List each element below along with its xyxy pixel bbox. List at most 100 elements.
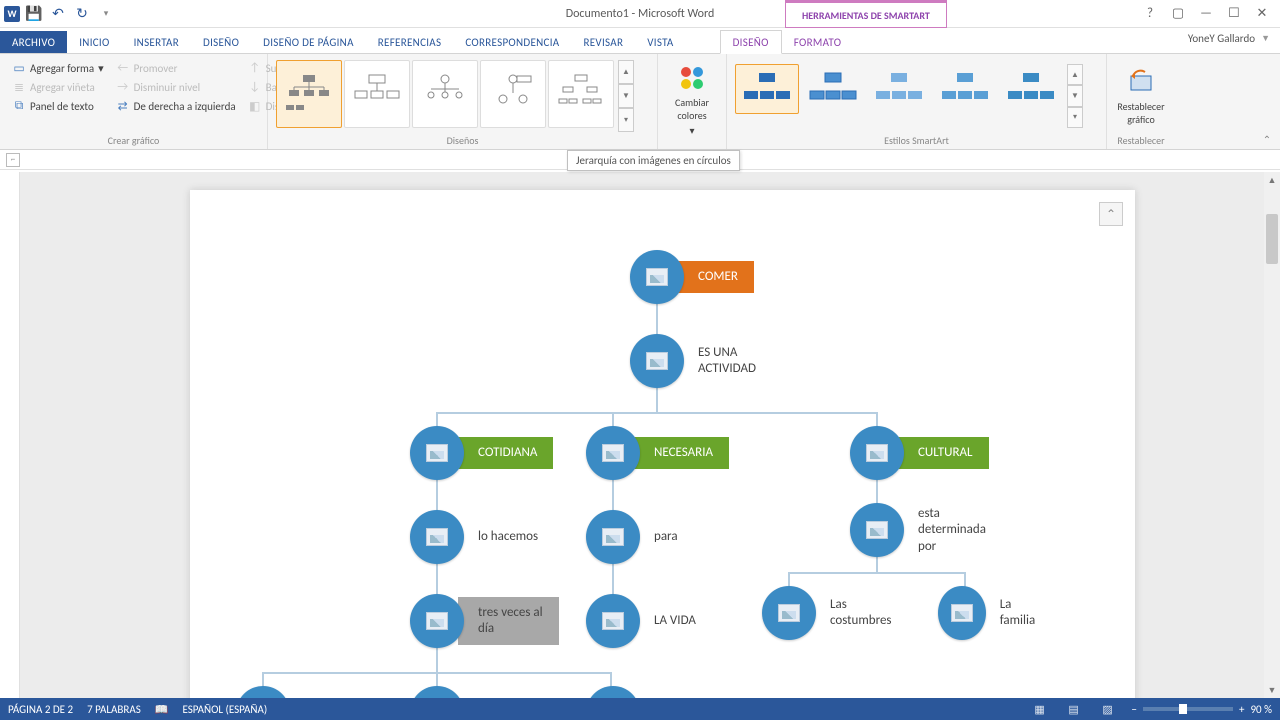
qat-customize-icon[interactable]: ▾ (96, 4, 116, 24)
style-item-4[interactable] (933, 64, 997, 114)
zoom-out-icon[interactable]: − (1132, 703, 1137, 716)
rtl-button[interactable]: ⇄De derecha a izquierda (114, 98, 238, 114)
close-icon[interactable]: ✕ (1248, 3, 1276, 25)
proofing-icon[interactable]: 📖 (155, 703, 169, 716)
status-words[interactable]: 7 PALABRAS (87, 703, 141, 716)
node-almuerzo[interactable]: Almuerzo (410, 686, 544, 698)
tab-insert[interactable]: INSERTAR (122, 31, 191, 53)
scroll-thumb[interactable] (1266, 214, 1278, 264)
zoom-in-icon[interactable]: + (1239, 703, 1244, 716)
tab-references[interactable]: REFERENCIAS (366, 31, 454, 53)
ribbon-options-icon[interactable]: ▢ (1164, 3, 1192, 25)
smartart-diagram[interactable]: COMER ES UNA ACTIVIDAD COTIDIANA NECESAR… (240, 230, 1060, 698)
styles-up-icon[interactable]: ▲ (1067, 64, 1083, 85)
node-tres-veces[interactable]: tres veces al día (410, 594, 559, 648)
shape-icon: ▭ (12, 61, 26, 75)
node-para[interactable]: para (586, 510, 694, 564)
ribbon-group-layouts: ▲ ▼ ▾ Diseños (268, 54, 658, 149)
layouts-gallery-scroll: ▲ ▼ ▾ (618, 60, 634, 132)
group-label-create: Crear gráfico (6, 134, 261, 149)
tab-view[interactable]: VISTA (635, 31, 685, 53)
tab-mailings[interactable]: CORRESPONDENCIA (453, 31, 571, 53)
layout-item-1[interactable] (276, 60, 342, 128)
layout-item-4[interactable] (480, 60, 546, 128)
ribbon-group-styles: ▲ ▼ ▾ Estilos SmartArt (727, 54, 1107, 149)
node-necesaria[interactable]: NECESARIA (586, 426, 729, 480)
node-comer[interactable]: COMER (630, 250, 754, 304)
help-icon[interactable]: ? (1136, 3, 1164, 25)
node-hacemos[interactable]: lo hacemos (410, 510, 554, 564)
workspace: ⌃ (0, 172, 1280, 698)
scroll-down-icon[interactable]: ▼ (1264, 682, 1280, 698)
ruler-vertical[interactable] (0, 172, 20, 698)
qat-undo-icon[interactable]: ↶ (48, 4, 68, 24)
style-item-3[interactable] (867, 64, 931, 114)
layout-options-button[interactable]: ⌃ (1099, 202, 1123, 226)
node-determinada[interactable]: esta determinada por (850, 498, 1002, 563)
rtl-icon: ⇄ (116, 99, 130, 113)
ribbon-group-colors: Cambiar colores ▾ (658, 54, 727, 149)
tab-home[interactable]: INICIO (67, 31, 121, 53)
arrow-up-icon: ↑ (248, 61, 262, 75)
styles-down-icon[interactable]: ▼ (1067, 85, 1083, 106)
node-actividad[interactable]: ES UNA ACTIVIDAD (630, 334, 772, 388)
vertical-scrollbar[interactable]: ▲ ▼ (1264, 172, 1280, 698)
minimize-icon[interactable]: — (1192, 3, 1220, 25)
layout-item-2[interactable] (344, 60, 410, 128)
demote-button: →Disminuir nivel (114, 79, 238, 95)
text-pane-icon: ⧉ (12, 99, 26, 113)
gallery-up-icon[interactable]: ▲ (618, 60, 634, 84)
text-pane-button[interactable]: ⧉Panel de texto (10, 98, 106, 114)
zoom-slider[interactable] (1143, 707, 1233, 711)
qat-redo-icon[interactable]: ↻ (72, 4, 92, 24)
tab-design[interactable]: DISEÑO (191, 31, 251, 53)
user-account[interactable]: YoneY Gallardo ▼ (1188, 32, 1270, 45)
collapse-ribbon-icon[interactable]: ⌃ (1258, 133, 1276, 147)
tab-smartart-format[interactable]: FORMATO (782, 31, 854, 53)
tab-review[interactable]: REVISAR (571, 31, 635, 53)
tab-page-layout[interactable]: DISEÑO DE PÁGINA (251, 31, 366, 53)
arrow-right-icon: → (116, 80, 130, 94)
qat-save-icon[interactable]: 💾 (24, 4, 44, 24)
node-cena[interactable]: Cena (586, 686, 696, 698)
style-item-1[interactable] (735, 64, 799, 114)
gallery-down-icon[interactable]: ▼ (618, 84, 634, 108)
tab-file[interactable]: ARCHIVO (0, 31, 67, 53)
view-web-icon[interactable]: ▨ (1098, 701, 1118, 717)
status-language[interactable]: ESPAÑOL (ESPAÑA) (182, 703, 267, 716)
style-item-5[interactable] (999, 64, 1063, 114)
add-shape-button[interactable]: ▭Agregar forma ▾ (10, 60, 106, 76)
tab-selector[interactable]: ⌐ (6, 153, 20, 167)
scroll-up-icon[interactable]: ▲ (1264, 172, 1280, 188)
layout-item-3[interactable] (412, 60, 478, 128)
title-bar: W 💾 ↶ ↻ ▾ Documento1 - Microsoft Word HE… (0, 0, 1280, 28)
layout-icon: ◧ (248, 99, 262, 113)
user-name-label: YoneY Gallardo (1188, 32, 1255, 45)
node-familia[interactable]: La familia (938, 586, 1060, 640)
layouts-gallery: ▲ ▼ ▾ (274, 58, 636, 134)
node-vida[interactable]: LA VIDA (586, 594, 712, 648)
styles-more-icon[interactable]: ▾ (1067, 107, 1083, 128)
node-desayuno[interactable]: Desayuno (236, 686, 372, 698)
page[interactable]: ⌃ (190, 190, 1135, 698)
node-cotidiana[interactable]: COTIDIANA (410, 426, 553, 480)
view-print-icon[interactable]: ▤ (1064, 701, 1084, 717)
maximize-icon[interactable]: ☐ (1220, 3, 1248, 25)
view-read-icon[interactable]: ▦ (1030, 701, 1050, 717)
reset-graphic-button[interactable]: Restablecer gráfico (1113, 58, 1169, 134)
window-controls: ? ▢ — ☐ ✕ (1136, 3, 1276, 25)
node-cultural[interactable]: CULTURAL (850, 426, 989, 480)
layout-item-5[interactable] (548, 60, 614, 128)
style-item-2[interactable] (801, 64, 865, 114)
change-colors-button[interactable]: Cambiar colores ▾ (664, 58, 720, 141)
zoom-level[interactable]: 90 % (1250, 703, 1272, 716)
group-label-reset: Restablecer (1113, 134, 1169, 149)
add-bullet-button: ≣Agregar viñeta (10, 79, 106, 95)
tab-smartart-design[interactable]: DISEÑO (720, 30, 782, 54)
status-bar: PÁGINA 2 DE 2 7 PALABRAS 📖 ESPAÑOL (ESPA… (0, 698, 1280, 720)
styles-gallery: ▲ ▼ ▾ (733, 58, 1085, 134)
gallery-more-icon[interactable]: ▾ (618, 108, 634, 132)
promote-button: ←Promover (114, 60, 238, 76)
status-page[interactable]: PÁGINA 2 DE 2 (8, 703, 73, 716)
node-costumbres[interactable]: Las costumbres (762, 586, 908, 640)
